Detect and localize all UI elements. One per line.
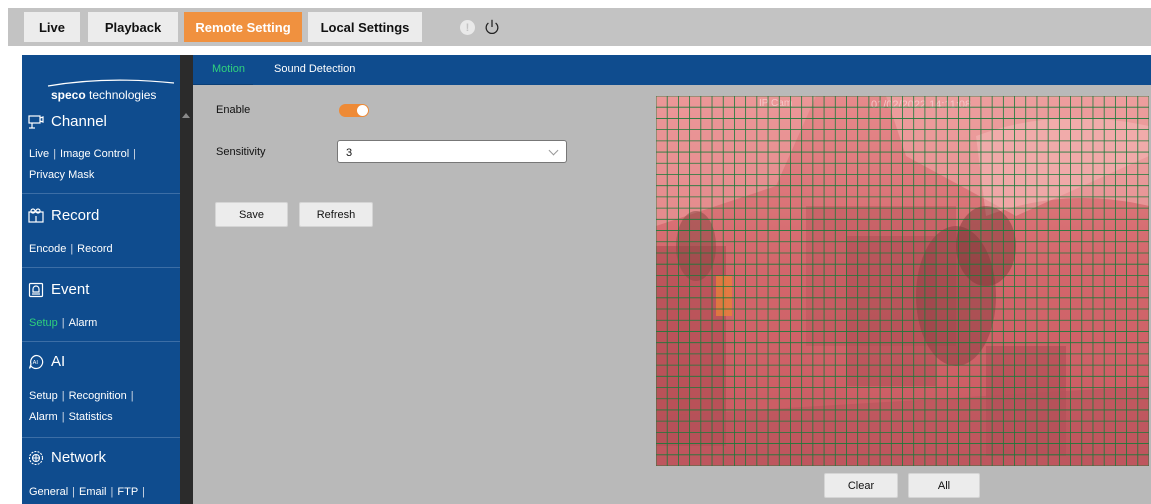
divider [22, 341, 180, 342]
link-encode[interactable]: Encode [29, 243, 66, 255]
logo-swoosh [47, 79, 175, 87]
link-ftp[interactable]: FTP [117, 486, 138, 498]
clear-button[interactable]: Clear [824, 473, 898, 498]
motion-detection-grid[interactable]: IP Cam 01/02/2022 14:11:08 [656, 96, 1149, 466]
event-icon [28, 282, 44, 297]
section-title: Network [51, 449, 107, 466]
channel-links-2: Privacy Mask [29, 169, 94, 181]
link-event-alarm[interactable]: Alarm [69, 317, 98, 329]
power-icon[interactable] [483, 18, 501, 36]
chevron-down-icon [548, 145, 559, 156]
sensitivity-select[interactable]: 3 [337, 140, 567, 163]
network-icon [28, 450, 44, 465]
sidebar-section-ai[interactable]: AI AI [28, 353, 65, 370]
sidebar-section-channel[interactable]: Channel [28, 113, 107, 130]
sidebar-section-record[interactable]: Record [28, 207, 99, 224]
link-live[interactable]: Live [29, 148, 49, 160]
scroll-up-icon[interactable] [182, 113, 190, 118]
tab-playback[interactable]: Playback [88, 12, 178, 42]
section-title: Event [51, 281, 90, 298]
sidebar: speco technologies Channel Live | Image Co… [22, 55, 180, 504]
sidebar-scrollbar[interactable] [180, 55, 193, 504]
channel-links: Live | Image Control | [29, 148, 136, 160]
link-statistics[interactable]: Statistics [69, 411, 113, 423]
section-title: Record [51, 207, 100, 224]
sub-tab-bar: Motion Sound Detection [193, 55, 1151, 85]
tab-local-settings[interactable]: Local Settings [308, 12, 422, 42]
tab-motion[interactable]: Motion [212, 63, 245, 75]
divider [22, 437, 180, 438]
camera-icon [28, 114, 44, 129]
link-ai-alarm[interactable]: Alarm [29, 411, 58, 423]
link-general[interactable]: General [29, 486, 68, 498]
brand-logo: speco technologies [51, 88, 157, 102]
sidebar-section-network[interactable]: Network [28, 449, 106, 466]
refresh-button[interactable]: Refresh [299, 202, 373, 227]
link-recognition[interactable]: Recognition [69, 390, 127, 402]
link-record[interactable]: Record [77, 243, 112, 255]
ai-links: Setup | Recognition | [29, 390, 134, 402]
section-title: Channel [51, 113, 107, 130]
network-links: General | Email | FTP | [29, 486, 146, 498]
select-all-button[interactable]: All [908, 473, 980, 498]
enable-toggle[interactable] [339, 104, 369, 117]
section-title: AI [51, 353, 66, 370]
link-ai-setup[interactable]: Setup [29, 390, 58, 402]
toggle-knob [357, 105, 368, 116]
tab-live[interactable]: Live [24, 12, 80, 42]
tab-sound-detection[interactable]: Sound Detection [274, 63, 355, 75]
link-privacy-mask[interactable]: Privacy Mask [29, 169, 94, 181]
link-image-control[interactable]: Image Control [60, 148, 129, 160]
enable-label: Enable [216, 104, 251, 116]
record-icon [28, 207, 44, 223]
tab-remote-setting[interactable]: Remote Setting [184, 12, 302, 42]
sensitivity-value: 3 [346, 147, 353, 159]
divider [22, 193, 180, 194]
link-email[interactable]: Email [79, 486, 107, 498]
event-links: Setup | Alarm [29, 317, 98, 329]
link-event-setup[interactable]: Setup [29, 317, 58, 329]
save-button[interactable]: Save [215, 202, 288, 227]
sidebar-section-event[interactable]: Event [28, 281, 89, 298]
sensitivity-label: Sensitivity [216, 146, 266, 158]
ai-icon: AI [28, 354, 44, 369]
timestamp-overlay: 01/02/2022 14:11:08 [871, 99, 971, 111]
ai-links-2: Alarm | Statistics [29, 411, 113, 423]
svg-text:AI: AI [33, 360, 39, 366]
divider [22, 267, 180, 268]
record-links: Encode | Record [29, 243, 113, 255]
alert-icon[interactable]: ! [460, 20, 475, 35]
top-nav-bar: Live Playback Remote Setting Local Setti… [8, 8, 1151, 46]
